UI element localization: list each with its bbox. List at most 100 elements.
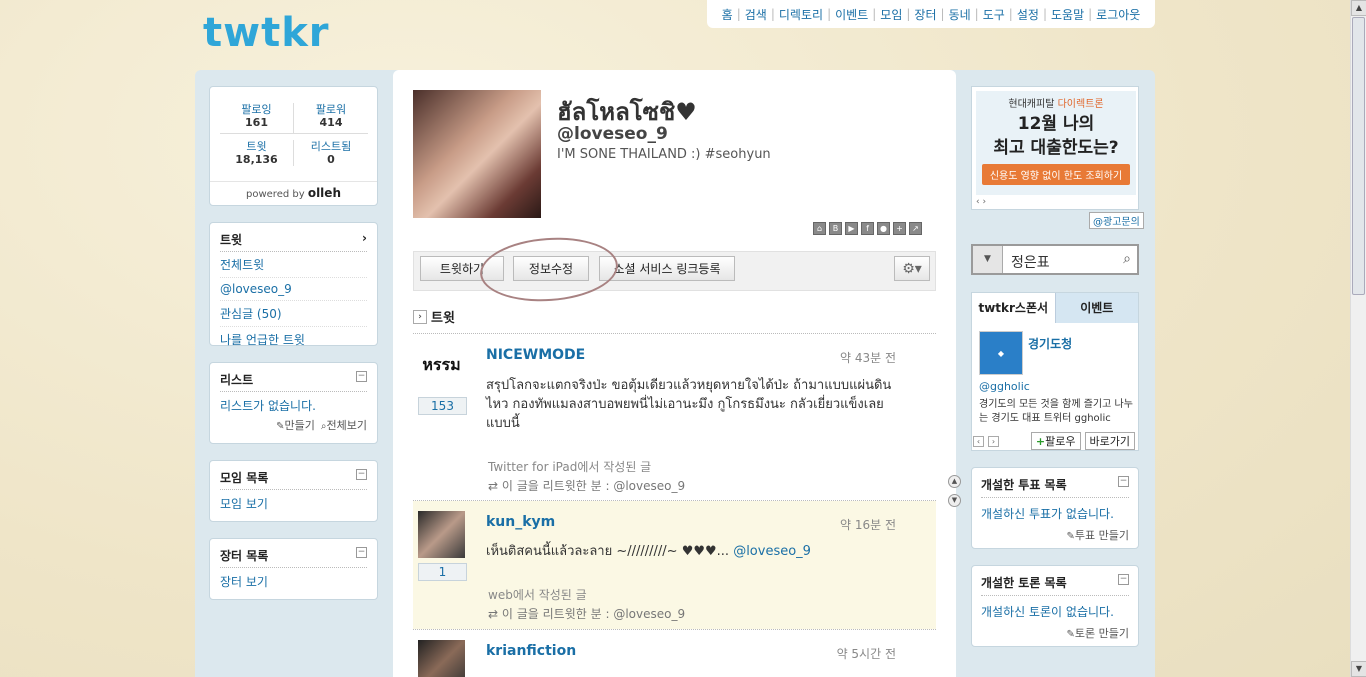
make-poll-link[interactable]: ✎투표 만들기: [981, 527, 1130, 543]
tweet-avatar[interactable]: [418, 511, 465, 558]
arrow-right-icon[interactable]: ›: [413, 309, 427, 324]
make-poll-label: 투표 만들기: [1074, 529, 1129, 542]
scroll-down-icon[interactable]: ▼: [948, 494, 961, 507]
collapse-icon[interactable]: −: [356, 469, 367, 480]
sponsor-logo[interactable]: ◆: [979, 331, 1023, 375]
nav-directory[interactable]: 디렉토리: [775, 6, 827, 23]
facebook-icon[interactable]: f: [861, 222, 874, 235]
search-input[interactable]: 정은표: [1011, 252, 1050, 272]
tweet-menu-header[interactable]: 트윗 ›: [220, 231, 367, 252]
tweet-username[interactable]: kun_kym: [486, 514, 555, 530]
make-list-label: 만들기: [284, 419, 315, 432]
ad-brand: 현대캐피탈 다이렉트론: [976, 95, 1136, 110]
menu-all-tweets[interactable]: 전체트윗: [220, 252, 367, 278]
youtube-icon[interactable]: ▶: [845, 222, 858, 235]
followers-count: 414: [319, 116, 343, 129]
scroll-down-arrow-icon[interactable]: ▼: [1351, 661, 1366, 677]
following-stat[interactable]: 팔로잉 161: [220, 103, 294, 134]
me2day-icon[interactable]: ●: [877, 222, 890, 235]
tweet-count-badge[interactable]: 153: [418, 397, 467, 415]
nav-settings[interactable]: 설정: [1013, 6, 1043, 23]
make-list-link[interactable]: ✎만들기: [276, 417, 315, 433]
followers-stat[interactable]: 팔로워 414: [294, 103, 368, 134]
blog-icon[interactable]: B: [829, 222, 842, 235]
prev-icon[interactable]: ‹: [973, 435, 984, 447]
tweet-menu-title: 트윗: [220, 233, 243, 247]
plus-icon: +: [1035, 435, 1046, 448]
nav-home[interactable]: 홈: [718, 6, 737, 23]
profile-handle: @loveseo_9: [557, 124, 668, 144]
search-icon[interactable]: ⌕: [1123, 251, 1131, 267]
sponsor-name[interactable]: 경기도청: [1028, 335, 1072, 352]
gear-icon[interactable]: ⚙▾: [894, 256, 930, 281]
ad-cta: 신용도 영향 없이 한도 조회하기: [981, 164, 1131, 185]
tweets-count: 18,136: [235, 153, 278, 166]
nav-event[interactable]: 이벤트: [831, 6, 872, 23]
ad-inquiry-link[interactable]: @광고문의: [1089, 212, 1144, 229]
search-dropdown[interactable]: ▼: [973, 246, 1003, 273]
collapse-icon[interactable]: −: [1118, 574, 1129, 585]
ad-brand-right: 다이렉트론: [1057, 99, 1104, 110]
tweet-time[interactable]: 약 16분 전: [840, 516, 896, 533]
tweet-source: Twitter for iPad에서 작성된 글: [488, 460, 652, 474]
tab-sponsor[interactable]: twtkr스폰서: [972, 293, 1055, 323]
nav-neighborhood[interactable]: 동네: [945, 6, 975, 23]
window-scrollbar[interactable]: ▲ ▼: [1350, 0, 1366, 677]
search-box: ▼ 정은표 ⌕: [971, 244, 1139, 275]
shortcut-button[interactable]: 바로가기: [1084, 432, 1135, 450]
collapse-icon[interactable]: −: [1118, 476, 1129, 487]
external-icon[interactable]: ↗: [909, 222, 922, 235]
social-link-button[interactable]: 소셜 서비스 링크등록: [599, 256, 735, 281]
home-icon[interactable]: ⌂: [813, 222, 826, 235]
chevron-right-icon: ›: [362, 231, 367, 245]
timeline-scroll-arrows: ▲ ▼: [948, 475, 961, 507]
twtkr-logo[interactable]: twtkr: [203, 10, 330, 56]
social-icons: ⌂ B ▶ f ● + ↗: [813, 222, 922, 235]
tweet-avatar[interactable]: หรรม: [418, 350, 465, 397]
next-icon[interactable]: ›: [982, 197, 986, 207]
prev-icon[interactable]: ‹: [976, 197, 980, 207]
profile-avatar[interactable]: [413, 90, 541, 218]
next-icon[interactable]: ›: [988, 435, 999, 447]
view-all-lists-link[interactable]: ⌕전체보기: [321, 417, 367, 433]
listed-stat[interactable]: 리스트됨 0: [294, 140, 368, 166]
nav-market[interactable]: 장터: [910, 6, 940, 23]
tweet-item: หรรม 153 NICEWMODE 약 43분 전 สรุปโลกจะแตกจ…: [413, 334, 936, 500]
menu-favorites[interactable]: 관심글 (50): [220, 301, 367, 327]
plus-icon[interactable]: +: [893, 222, 906, 235]
scroll-up-icon[interactable]: ▲: [948, 475, 961, 488]
tweet-time[interactable]: 약 43분 전: [840, 349, 896, 366]
mention-link[interactable]: @loveseo_9: [733, 544, 811, 559]
retweet-info: ⇄ 이 글을 리트윗한 분 : @loveseo_9: [488, 477, 685, 494]
tweet-time[interactable]: 약 5시간 전: [837, 645, 896, 662]
scrollbar-thumb[interactable]: [1352, 17, 1365, 295]
tweet-avatar[interactable]: [418, 640, 465, 677]
view-groups-link[interactable]: 모임 보기: [220, 495, 367, 512]
ad-banner[interactable]: 현대캐피탈 다이렉트론 12월 나의 최고 대출한도는? 신용도 영향 없이 한…: [971, 86, 1139, 210]
menu-mentions[interactable]: 나를 언급한 트윗: [220, 327, 367, 352]
nav-search[interactable]: 검색: [741, 6, 771, 23]
collapse-icon[interactable]: −: [356, 547, 367, 558]
follow-button[interactable]: +팔로우: [1030, 432, 1081, 450]
tweet-menu-box: 트윗 › 전체트윗 @loveseo_9 관심글 (50) 나를 언급한 트윗: [209, 222, 378, 347]
tab-event[interactable]: 이벤트: [1054, 293, 1138, 323]
make-debate-link[interactable]: ✎토론 만들기: [981, 625, 1130, 641]
retweet-icon: ⇄: [488, 479, 499, 493]
nav-help[interactable]: 도움말: [1047, 6, 1088, 23]
collapse-icon[interactable]: −: [356, 371, 367, 382]
tweet-count-badge[interactable]: 1: [418, 563, 467, 581]
timeline-header: › 트윗: [413, 307, 455, 326]
tweet-username[interactable]: NICEWMODE: [486, 347, 585, 363]
sponsor-handle[interactable]: @ggholic: [979, 380, 1030, 393]
nav-logout[interactable]: 로그아웃: [1092, 6, 1144, 23]
view-market-link[interactable]: 장터 보기: [220, 573, 367, 590]
tweet-username[interactable]: krianfiction: [486, 643, 576, 659]
tweets-stat[interactable]: 트윗 18,136: [220, 140, 294, 166]
tweet-text: สรุปโลกจะแตกจริงป่ะ ขอตุ้มเดียวแล้วหยุดห…: [486, 378, 892, 431]
nav-tools[interactable]: 도구: [979, 6, 1009, 23]
poll-empty-text: 개설하신 투표가 없습니다.: [981, 507, 1114, 521]
edit-icon: ✎: [1066, 629, 1075, 640]
scroll-up-arrow-icon[interactable]: ▲: [1351, 0, 1366, 16]
nav-group[interactable]: 모임: [876, 6, 906, 23]
menu-my-tweets[interactable]: @loveseo_9: [220, 278, 367, 301]
